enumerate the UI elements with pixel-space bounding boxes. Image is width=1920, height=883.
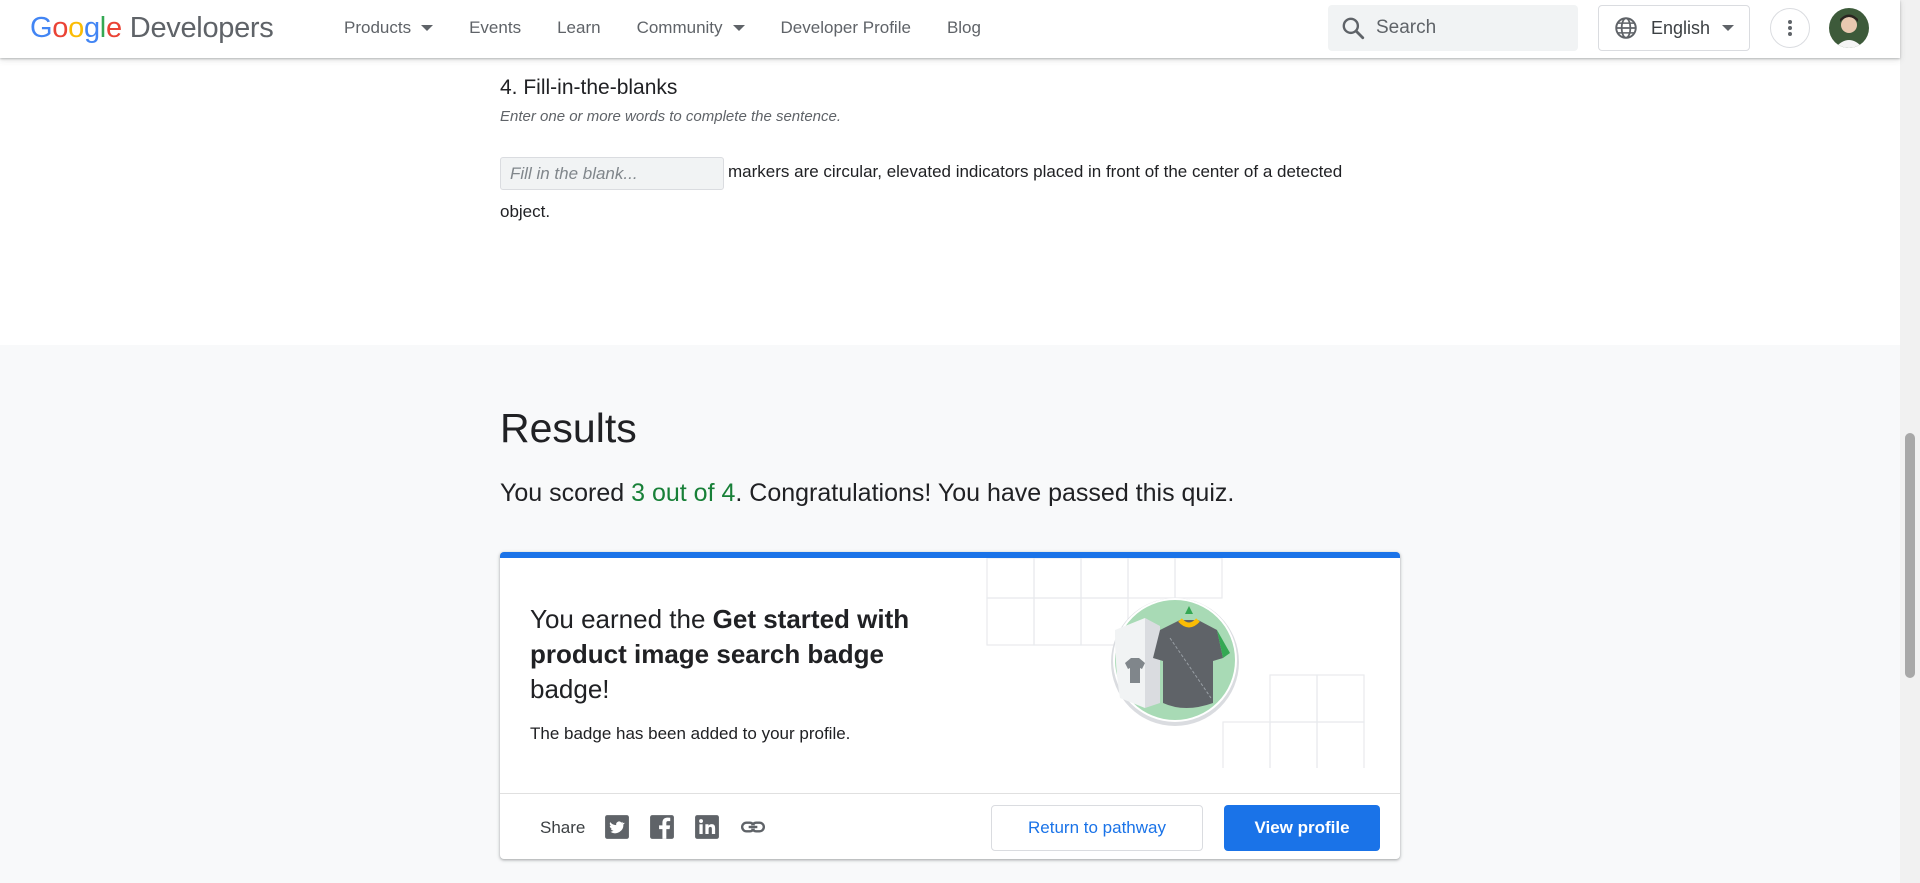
nav-community[interactable]: Community (619, 0, 763, 56)
facebook-icon[interactable] (649, 814, 675, 840)
view-profile-button[interactable]: View profile (1224, 805, 1380, 851)
nav-blog-label: Blog (946, 18, 981, 37)
more-options-button[interactable] (1770, 8, 1810, 48)
nav-learn[interactable]: Learn (539, 0, 618, 56)
nav-developer-profile[interactable]: Developer Profile (763, 0, 929, 56)
search-input[interactable] (1376, 17, 1566, 39)
share-label: Share (540, 818, 586, 837)
question-hint: Enter one or more words to complete the … (500, 108, 842, 125)
nav-learn-label: Learn (557, 18, 601, 37)
nav-events[interactable]: Events (451, 0, 539, 56)
link-icon[interactable] (740, 814, 766, 840)
score-suffix: . Congratulations! You have passed this … (735, 479, 1235, 507)
earned-suffix: badge! (530, 674, 610, 704)
language-label: English (1651, 17, 1711, 38)
linkedin-icon[interactable] (694, 814, 720, 840)
nav-products-label: Products (344, 18, 412, 37)
language-selector[interactable]: English (1598, 5, 1750, 51)
score-value: 3 out of 4 (631, 479, 736, 507)
earned-prefix: You earned the (530, 604, 713, 634)
scrollbar-thumb[interactable] (1905, 433, 1915, 678)
badge-card-footer: Share Return to pathway View profile (500, 793, 1400, 859)
chevron-down-icon (1722, 25, 1735, 31)
globe-icon (1615, 17, 1637, 39)
nav-community-label: Community (636, 18, 723, 37)
nav-developer-profile-label: Developer Profile (780, 18, 911, 37)
avatar[interactable] (1829, 8, 1869, 48)
chevron-down-icon (732, 25, 745, 31)
question-sentence: markers are circular, elevated indicator… (728, 162, 1343, 181)
avatar-image (1829, 8, 1869, 48)
nav-products[interactable]: Products (326, 0, 451, 56)
nav-blog[interactable]: Blog (929, 0, 999, 56)
question-title: 4. Fill-in-the-blanks (500, 76, 678, 99)
search-icon (1342, 17, 1365, 40)
logo-text: Developers (129, 12, 274, 44)
return-to-pathway-button[interactable]: Return to pathway (991, 805, 1203, 851)
results-title: Results (500, 405, 637, 451)
fill-in-blank-input[interactable] (500, 157, 724, 190)
question-sentence-continued: object. (500, 202, 551, 221)
more-vert-icon (1788, 20, 1792, 36)
badge-earned-text: You earned the Get started with product … (530, 602, 930, 707)
search-box[interactable] (1328, 5, 1578, 51)
badge-illustration (986, 558, 1365, 768)
google-developers-logo[interactable]: Google Developers (30, 12, 274, 45)
top-navigation-bar: Google Developers Products Events Learn C… (0, 0, 1900, 58)
badge-card: You earned the Get started with product … (500, 552, 1400, 859)
main-nav: Products Events Learn Community Develope… (326, 0, 999, 56)
score-text: You scored 3 out of 4. Congratulations! … (500, 479, 1234, 508)
nav-events-label: Events (469, 18, 522, 37)
score-prefix: You scored (500, 479, 632, 507)
page-scrollbar[interactable] (1900, 0, 1920, 883)
badge-added-text: The badge has been added to your profile… (530, 724, 851, 743)
chevron-down-icon (421, 25, 434, 31)
twitter-icon[interactable] (604, 814, 630, 840)
